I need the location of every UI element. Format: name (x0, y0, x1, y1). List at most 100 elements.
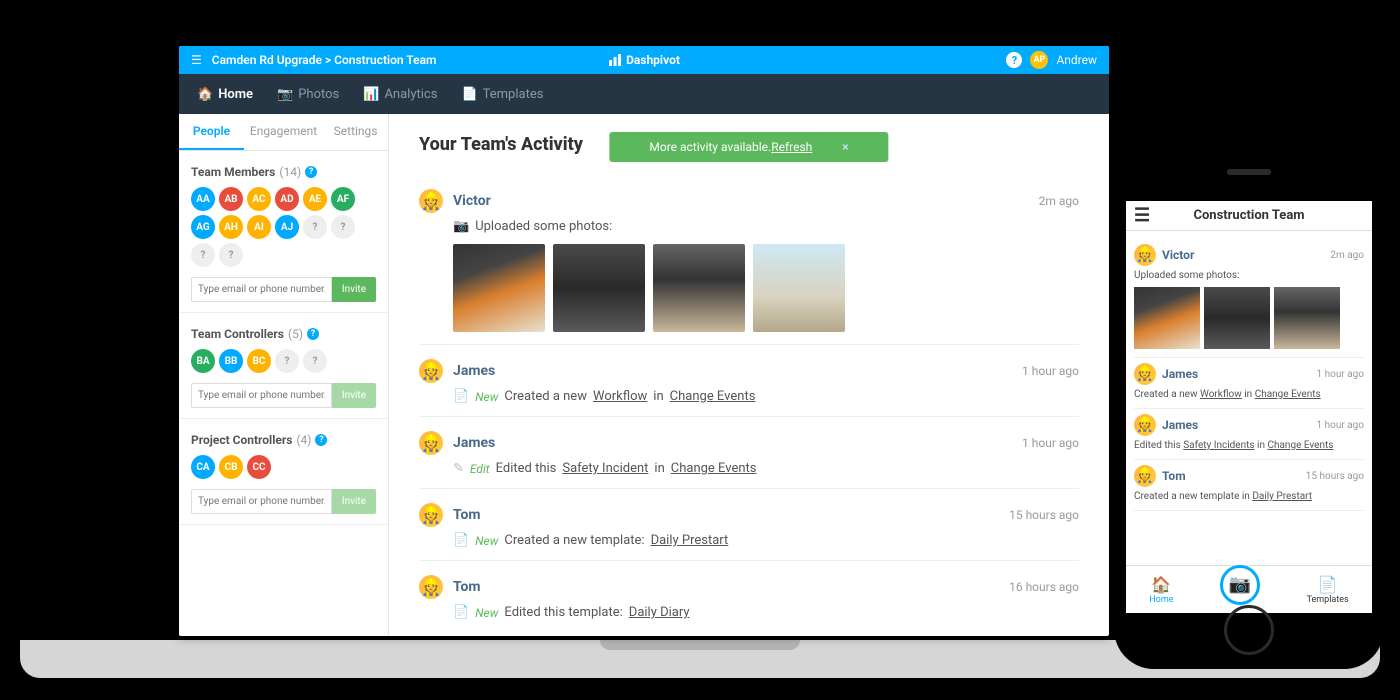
nav-photos[interactable]: 📷Photos (277, 87, 339, 102)
photo-thumb[interactable] (653, 244, 745, 332)
mobile-time: 15 hours ago (1306, 471, 1364, 482)
activity-feed: Victor2m ago📷 Uploaded some photos:James… (419, 175, 1079, 632)
phone-mockup: ☰ Construction Team Victor2m agoUploaded… (1114, 141, 1384, 669)
link[interactable]: Daily Prestart (1252, 491, 1312, 502)
avatar[interactable]: CC (247, 455, 271, 479)
close-icon[interactable]: × (842, 140, 848, 154)
section-team-members: Team Members (14) ? AAABACADAEAFAGAHAIAJ… (179, 151, 388, 313)
controllers-avatars: BABBBC?? (191, 349, 376, 373)
avatar[interactable]: CA (191, 455, 215, 479)
link[interactable]: Daily Prestart (651, 533, 729, 548)
link[interactable]: Workflow (593, 389, 647, 404)
document-icon: 📄 (453, 605, 469, 620)
activity-item: James1 hour ago✎ Edit Edited this Safety… (419, 416, 1079, 488)
refresh-link[interactable]: Refresh (771, 140, 812, 154)
avatar[interactable]: BA (191, 349, 215, 373)
link[interactable]: Change Events (671, 461, 757, 476)
avatar[interactable]: ? (331, 215, 355, 239)
controllers-invite-button[interactable]: Invite (332, 383, 376, 408)
user-name[interactable]: Andrew (1056, 53, 1097, 67)
project-invite-input[interactable] (191, 489, 332, 514)
nav-home[interactable]: 🏠Home (197, 87, 253, 102)
avatar[interactable]: AG (191, 215, 215, 239)
members-invite-input[interactable] (191, 277, 332, 302)
activity-user: Tom (453, 507, 481, 523)
members-invite-button[interactable]: Invite (332, 277, 376, 302)
photo-thumb[interactable] (1204, 287, 1270, 349)
tab-people[interactable]: People (179, 114, 244, 150)
menu-icon[interactable]: ☰ (191, 53, 202, 67)
avatar[interactable]: AH (219, 215, 243, 239)
info-icon[interactable]: ? (315, 434, 327, 446)
document-icon: 📄 (1318, 575, 1338, 594)
activity-user: Victor (453, 193, 491, 209)
avatar[interactable]: AF (331, 187, 355, 211)
mobile-user: Tom (1162, 469, 1186, 483)
mobile-time: 1 hour ago (1317, 369, 1364, 380)
avatar (419, 503, 443, 527)
mobile-activity-item: James1 hour agoCreated a new Workflow in… (1134, 358, 1364, 409)
avatar[interactable]: AE (303, 187, 327, 211)
avatar[interactable]: ? (275, 349, 299, 373)
mobile-nav-templates[interactable]: 📄Templates (1307, 575, 1349, 605)
photo-thumb[interactable] (753, 244, 845, 332)
status-badge: New (475, 606, 498, 620)
nav-templates[interactable]: 📄Templates (461, 87, 543, 102)
topbar: ☰ Camden Rd Upgrade > Construction Team … (179, 46, 1109, 74)
project-avatars: CACBCC (191, 455, 376, 479)
tab-engagement[interactable]: Engagement (244, 114, 323, 150)
avatar[interactable]: AB (219, 187, 243, 211)
info-icon[interactable]: ? (305, 166, 317, 178)
controllers-invite-input[interactable] (191, 383, 332, 408)
sidebar: People Engagement Settings Team Members … (179, 114, 389, 636)
link[interactable]: Change Events (1267, 440, 1333, 451)
avatar[interactable]: CB (219, 455, 243, 479)
link[interactable]: Safety Incidents (1183, 440, 1254, 451)
avatar[interactable]: BB (219, 349, 243, 373)
avatar[interactable]: ? (191, 243, 215, 267)
home-icon: 🏠 (197, 87, 213, 102)
avatar[interactable]: ? (303, 349, 327, 373)
user-avatar[interactable]: AP (1030, 51, 1048, 69)
avatar[interactable]: BC (247, 349, 271, 373)
document-icon: 📄 (453, 389, 469, 404)
avatar[interactable]: AD (275, 187, 299, 211)
mobile-activity-item: Tom15 hours agoCreated a new template in… (1134, 460, 1364, 511)
nav-analytics[interactable]: 📊Analytics (363, 87, 437, 102)
photo-thumb[interactable] (1274, 287, 1340, 349)
link[interactable]: Change Events (1255, 389, 1321, 400)
mobile-time: 2m ago (1330, 250, 1364, 261)
navbar: 🏠Home 📷Photos 📊Analytics 📄Templates (179, 74, 1109, 114)
activity-item: James1 hour ago📄 New Created a new Workf… (419, 344, 1079, 416)
avatar[interactable]: AI (247, 215, 271, 239)
avatar[interactable]: AA (191, 187, 215, 211)
link[interactable]: Change Events (670, 389, 756, 404)
link[interactable]: Daily Diary (629, 605, 690, 620)
logo-icon (608, 53, 622, 67)
avatar (419, 575, 443, 599)
activity-time: 1 hour ago (1022, 436, 1079, 450)
activity-time: 1 hour ago (1022, 364, 1079, 378)
avatar[interactable]: ? (303, 215, 327, 239)
avatar[interactable]: AC (247, 187, 271, 211)
tab-settings[interactable]: Settings (323, 114, 388, 150)
activity-user: James (453, 435, 495, 451)
avatar[interactable]: ? (219, 243, 243, 267)
photo-thumb[interactable] (553, 244, 645, 332)
chart-icon: 📊 (363, 87, 379, 102)
breadcrumb[interactable]: Camden Rd Upgrade > Construction Team (212, 53, 437, 67)
mobile-nav-home[interactable]: 🏠Home (1149, 575, 1173, 605)
info-icon[interactable]: ? (307, 328, 319, 340)
project-invite-button[interactable]: Invite (332, 489, 376, 514)
link[interactable]: Safety Incident (562, 461, 648, 476)
link[interactable]: Workflow (1200, 389, 1242, 400)
photo-thumb[interactable] (453, 244, 545, 332)
status-badge: New (475, 534, 498, 548)
mobile-camera-button[interactable]: 📷 (1220, 565, 1260, 605)
avatar[interactable]: AJ (275, 215, 299, 239)
photo-thumb[interactable] (1134, 287, 1200, 349)
mobile-title: Construction Team (1193, 208, 1304, 223)
menu-icon[interactable]: ☰ (1134, 205, 1150, 226)
document-icon: ✎ (453, 461, 464, 476)
help-icon[interactable]: ? (1006, 52, 1022, 68)
